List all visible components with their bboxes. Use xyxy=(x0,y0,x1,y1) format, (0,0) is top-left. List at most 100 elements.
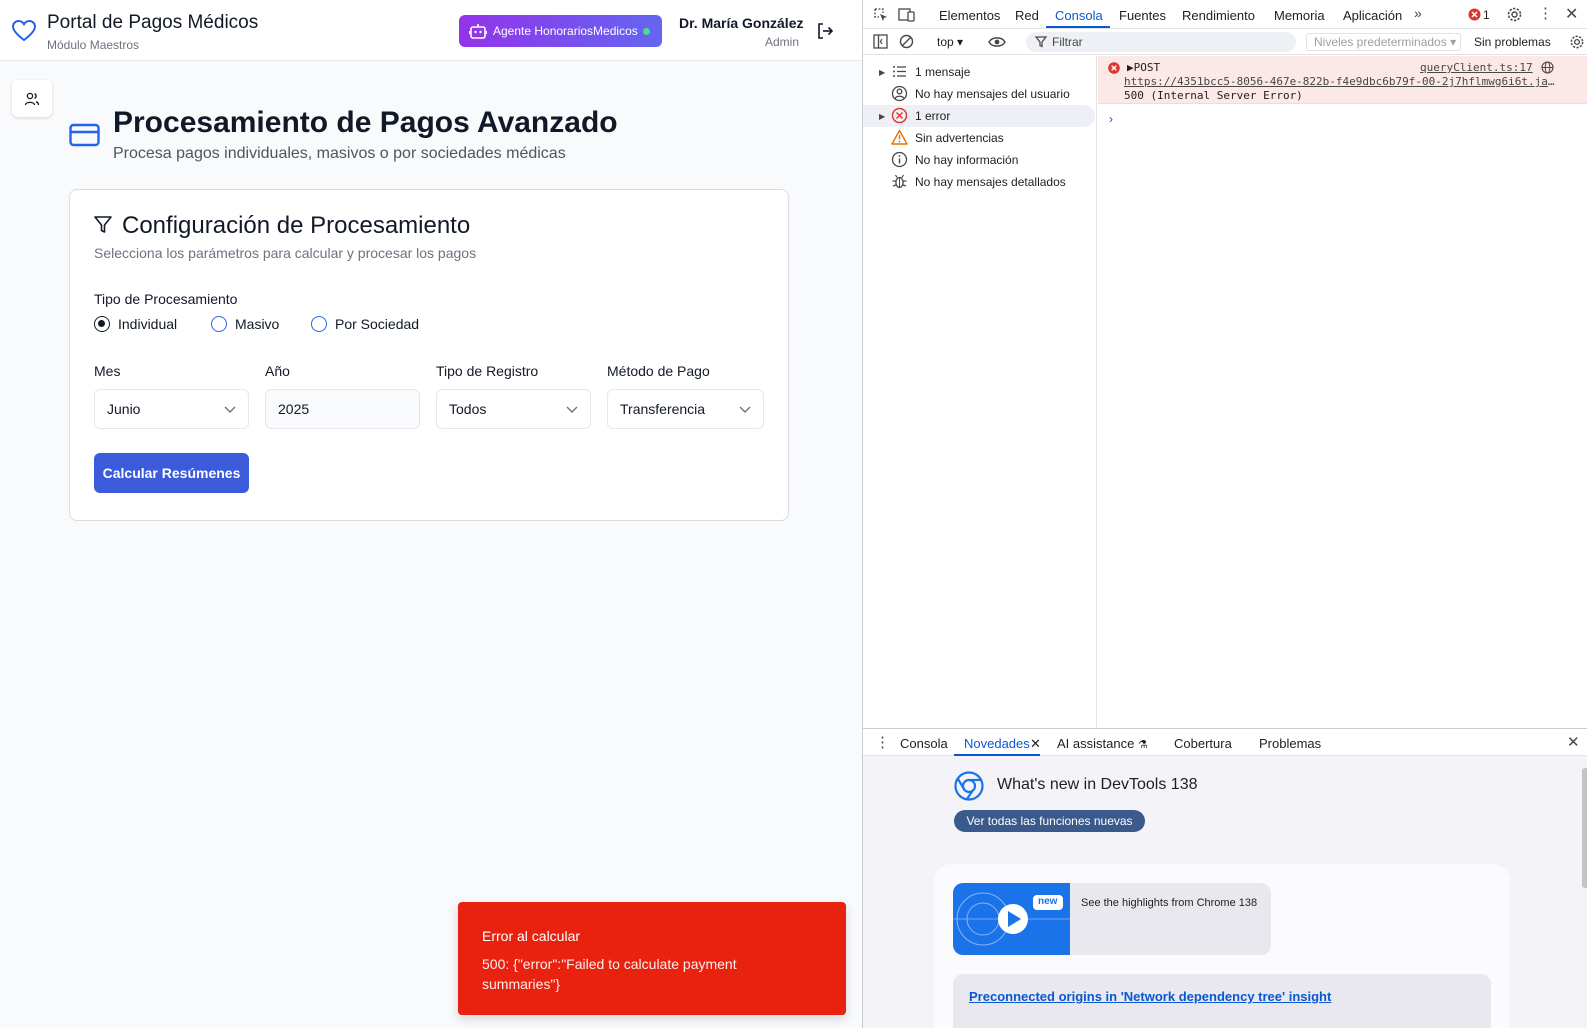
settings-gear-icon[interactable] xyxy=(1506,6,1523,23)
filter-funnel-icon xyxy=(1035,36,1047,48)
kebab-menu-icon[interactable]: ⋮ xyxy=(1538,4,1553,22)
new-badge: new xyxy=(1038,896,1058,907)
drawer-tabs: ⋮ Consola Novedades ✕ AI assistance ⚗ Co… xyxy=(863,728,1587,756)
record-type-select-value: Todos xyxy=(449,401,487,417)
card-subtitle: Selecciona los parámetros para calcular … xyxy=(94,245,477,261)
network-request-icon[interactable] xyxy=(1541,61,1554,74)
year-label: Año xyxy=(265,363,290,379)
error-url-link[interactable]: https://4351bcc5-8056-467e-822b-f4e9dbc6… xyxy=(1124,75,1556,88)
month-label: Mes xyxy=(94,363,121,379)
tab-red[interactable]: Red xyxy=(1015,8,1039,23)
video-thumbnail: new xyxy=(953,883,1070,955)
error-method-value: POST xyxy=(1133,61,1161,74)
device-toolbar-icon[interactable] xyxy=(898,7,916,23)
live-expression-eye-icon[interactable] xyxy=(988,35,1006,49)
close-devtools-icon[interactable]: ✕ xyxy=(1565,4,1578,24)
whats-new-card: new See the highlights from Chrome 138 P… xyxy=(934,864,1510,1028)
whats-new-title: What's new in DevTools 138 xyxy=(997,776,1198,793)
tab-rendimiento[interactable]: Rendimiento xyxy=(1182,8,1255,23)
tab-elementos[interactable]: Elementos xyxy=(939,8,1000,23)
payment-method-select-value: Transferencia xyxy=(620,401,706,417)
brand-subtitle: Módulo Maestros xyxy=(47,38,140,52)
sidebar-item-messages[interactable]: ▶ 1 mensaje xyxy=(863,61,1095,83)
context-select[interactable]: top ▾ xyxy=(937,35,963,49)
record-type-select[interactable]: Todos xyxy=(436,389,591,429)
radio-individual[interactable]: Individual xyxy=(94,316,177,332)
error-method[interactable]: ▶POST xyxy=(1127,61,1160,74)
drawer-tab-novedades[interactable]: Novedades xyxy=(964,736,1030,751)
tab-consola[interactable]: Consola xyxy=(1055,8,1103,23)
tab-aplicacion[interactable]: Aplicación xyxy=(1343,8,1402,23)
radio-masivo[interactable]: Masivo xyxy=(211,316,279,332)
sidebar-item-label: No hay información xyxy=(915,153,1019,167)
close-drawer-icon[interactable]: ✕ xyxy=(1567,733,1580,751)
sidebar-item-verbose[interactable]: No hay mensajes detallados xyxy=(863,171,1095,193)
drawer-menu-kebab-icon[interactable]: ⋮ xyxy=(875,733,890,751)
user-name: Dr. María González xyxy=(679,15,804,31)
console-error-message[interactable]: ▶POST queryClient.ts:17 https://4351bcc5… xyxy=(1098,56,1587,104)
info-icon xyxy=(891,151,908,168)
sidebar-item-label: Sin advertencias xyxy=(915,131,1004,145)
processing-type-label: Tipo de Procesamiento xyxy=(94,291,238,307)
drawer-tab-problemas[interactable]: Problemas xyxy=(1259,736,1321,751)
calculate-summaries-button[interactable]: Calcular Resúmenes xyxy=(94,453,249,493)
highlights-video-card[interactable]: new See the highlights from Chrome 138 xyxy=(953,883,1271,955)
radio-por-sociedad[interactable]: Por Sociedad xyxy=(311,316,419,332)
page-subtitle: Procesa pagos individuales, masivos o po… xyxy=(113,145,566,162)
active-tab-indicator xyxy=(1046,26,1110,28)
card-title: Configuración de Procesamiento xyxy=(122,212,471,239)
record-type-label: Tipo de Registro xyxy=(436,363,539,379)
issues-counter[interactable]: Sin problemas xyxy=(1474,35,1551,49)
expand-triangle-icon: ▶ xyxy=(879,111,886,121)
error-badge-icon[interactable] xyxy=(1468,8,1481,21)
log-levels-select[interactable]: Niveles predeterminados ▾ xyxy=(1306,33,1461,51)
month-select[interactable]: Junio xyxy=(94,389,249,429)
scrollbar[interactable] xyxy=(1582,768,1587,888)
highlights-text: See the highlights from Chrome 138 xyxy=(1081,897,1258,909)
console-settings-gear-icon[interactable] xyxy=(1569,34,1585,50)
clear-console-icon[interactable] xyxy=(899,34,914,49)
agent-button-label: Agente HonorariosMedicos xyxy=(493,24,638,38)
see-all-features-button[interactable]: Ver todas las funciones nuevas xyxy=(954,810,1145,832)
toast-title: Error al calcular xyxy=(482,928,581,944)
filter-placeholder: Filtrar xyxy=(1052,35,1083,49)
sidebar-item-user-messages[interactable]: No hay mensajes del usuario xyxy=(863,83,1095,105)
agent-button[interactable]: Agente HonorariosMedicos xyxy=(459,15,662,47)
sidebar-item-info[interactable]: No hay información xyxy=(863,149,1095,171)
drawer-tab-consola[interactable]: Consola xyxy=(900,736,948,751)
error-toast[interactable]: Error al calcular 500: {"error":"Failed … xyxy=(458,902,846,1015)
inspect-element-icon[interactable] xyxy=(873,7,889,23)
feature-link[interactable]: Preconnected origins in 'Network depende… xyxy=(969,989,1331,1004)
credit-card-icon xyxy=(69,123,100,147)
close-tab-icon[interactable]: ✕ xyxy=(1030,736,1041,752)
sidebar-item-errors[interactable]: ▶ 1 error xyxy=(863,105,1095,127)
console-filter-input[interactable]: Filtrar xyxy=(1026,32,1296,52)
more-tabs-chevron-icon[interactable]: » xyxy=(1414,5,1422,21)
radio-circle xyxy=(311,316,327,332)
app-header: Portal de Pagos Médicos Módulo Maestros … xyxy=(0,0,862,61)
drawer-tab-cobertura[interactable]: Cobertura xyxy=(1174,736,1232,751)
brand-title: Portal de Pagos Médicos xyxy=(47,12,259,33)
logout-icon[interactable] xyxy=(816,22,834,40)
chevron-down-icon xyxy=(224,406,236,413)
drawer-tab-ai-assistance[interactable]: AI assistance ⚗ xyxy=(1057,736,1148,751)
console-output: ▶POST queryClient.ts:17 https://4351bcc5… xyxy=(1098,56,1587,728)
sidebar-item-warnings[interactable]: Sin advertencias xyxy=(863,127,1095,149)
chevron-down-icon xyxy=(566,406,578,413)
error-count[interactable]: 1 xyxy=(1483,8,1490,22)
year-input-value: 2025 xyxy=(278,401,310,417)
payment-method-select[interactable]: Transferencia xyxy=(607,389,764,429)
radio-circle xyxy=(211,316,227,332)
flask-icon: ⚗ xyxy=(1137,739,1148,751)
users-icon xyxy=(24,92,40,105)
users-sidebar-toggle[interactable] xyxy=(12,80,52,117)
tab-memoria[interactable]: Memoria xyxy=(1274,8,1325,23)
sidebar-item-label: No hay mensajes del usuario xyxy=(915,87,1070,101)
console-prompt-chevron-icon[interactable]: › xyxy=(1109,112,1113,126)
year-input[interactable]: 2025 xyxy=(265,389,420,429)
devtools-main-tabs: Elementos Red Consola Fuentes Rendimient… xyxy=(863,0,1587,29)
error-source-link[interactable]: queryClient.ts:17 xyxy=(1420,61,1533,74)
tab-fuentes[interactable]: Fuentes xyxy=(1119,8,1166,23)
sidebar-toggle-icon[interactable] xyxy=(873,34,888,49)
context-select-value: top xyxy=(937,35,954,49)
